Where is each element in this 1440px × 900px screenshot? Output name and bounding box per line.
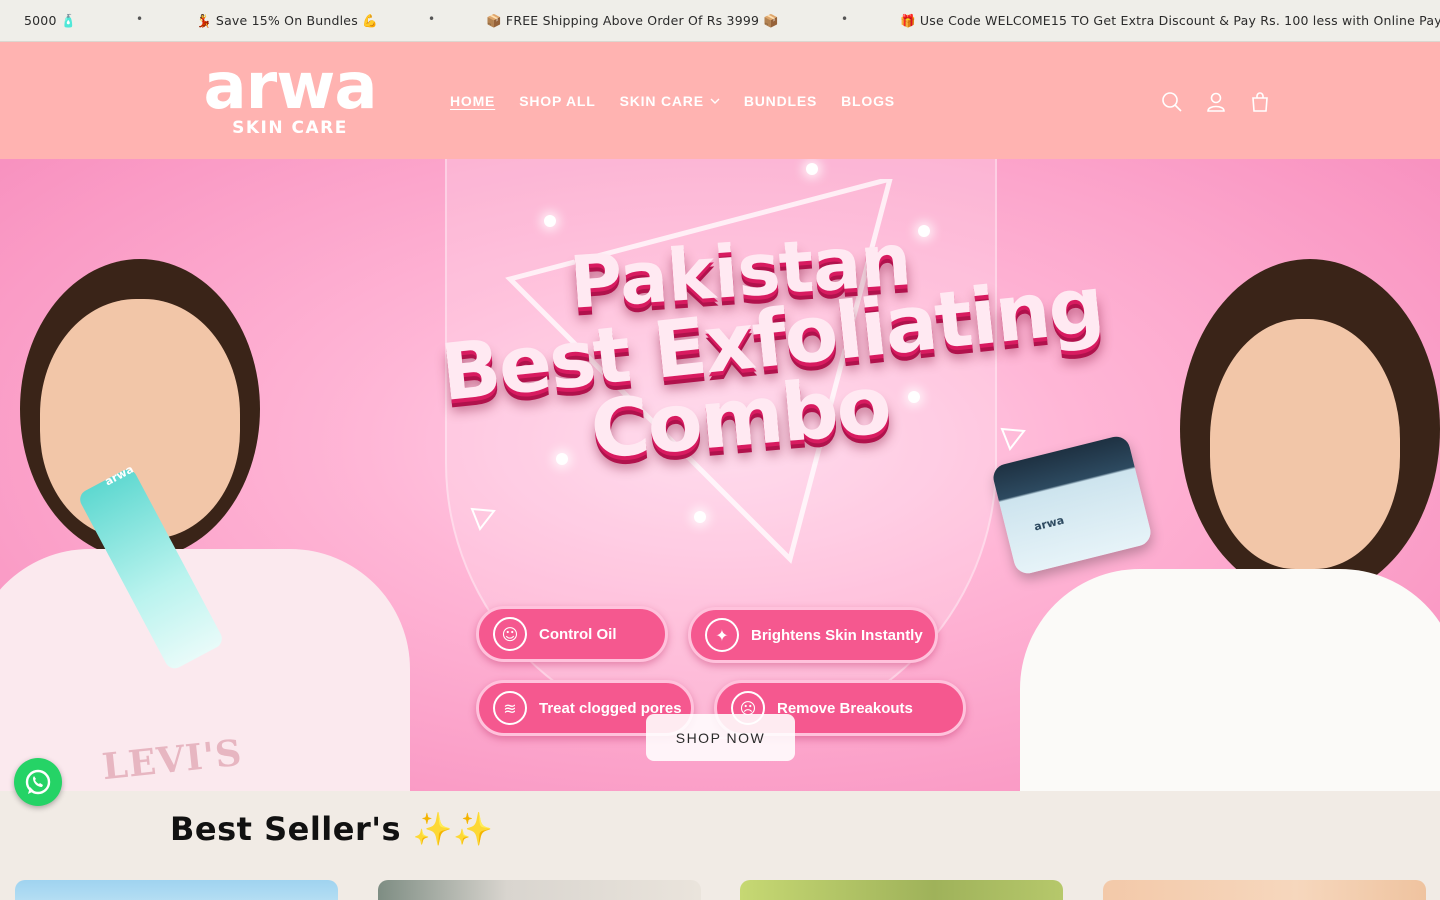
decorative-triangle-small xyxy=(470,507,496,531)
nav-skin-care[interactable]: SKIN CARE xyxy=(620,93,720,109)
chevron-down-icon xyxy=(710,98,720,104)
nav-home[interactable]: HOME xyxy=(450,93,495,109)
section-title: Best Seller's ✨✨ xyxy=(170,810,494,848)
product-card[interactable] xyxy=(15,880,338,900)
model-left: arwa xyxy=(0,249,440,791)
announcement-separator: • xyxy=(136,12,144,26)
cart-button[interactable] xyxy=(1246,88,1274,116)
sparkle xyxy=(544,215,556,227)
announcement-bar: 5000 🧴 • 💃 Save 15% On Bundles 💪 • 📦 FRE… xyxy=(0,0,1440,42)
account-icon xyxy=(1207,92,1225,112)
product-card[interactable] xyxy=(740,880,1063,900)
sparkle xyxy=(694,511,706,523)
benefit-label: Brightens Skin Instantly xyxy=(751,626,923,644)
announcement-item: 💃 Save 15% On Bundles 💪 xyxy=(196,13,378,28)
shop-now-button[interactable]: SHOP NOW xyxy=(646,714,795,761)
sparkle-cells-icon: ✦ xyxy=(705,618,739,652)
brand-logo[interactable]: arwa SKIN CARE xyxy=(178,50,402,146)
announcement-item: 🎁 Use Code WELCOME15 TO Get Extra Discou… xyxy=(900,13,1440,28)
sparkle xyxy=(806,163,818,175)
cart-icon xyxy=(1252,92,1268,112)
nav-shop-all-label: SHOP ALL xyxy=(519,93,596,109)
announcement-separator: • xyxy=(428,12,436,26)
model-right-face xyxy=(1210,319,1400,569)
nav-skin-care-label: SKIN CARE xyxy=(619,93,704,109)
nav-blogs[interactable]: BLOGS xyxy=(841,93,895,109)
whatsapp-icon xyxy=(25,769,51,795)
announcement-item: 5000 🧴 xyxy=(24,13,77,28)
nav-home-label: HOME xyxy=(450,93,496,109)
product-card[interactable] xyxy=(1103,880,1426,900)
product-jar-label: arwa xyxy=(1032,513,1066,534)
model-right-shirt xyxy=(1020,569,1440,791)
site-header: arwa SKIN CARE HOME SHOP ALL SKIN CARE B… xyxy=(0,42,1440,159)
benefit-pill: ☺ Control Oil xyxy=(476,606,668,662)
announcement-item: 📦 FREE Shipping Above Order Of Rs 3999 📦 xyxy=(486,13,780,28)
product-card[interactable] xyxy=(378,880,701,900)
nav-shop-all[interactable]: SHOP ALL xyxy=(519,93,595,109)
nav-bundles[interactable]: BUNDLES xyxy=(744,93,817,109)
hero-banner[interactable]: Pakistan Best Exfoliating Combo arwa LEV… xyxy=(0,159,1440,791)
benefit-label: Remove Breakouts xyxy=(777,699,913,717)
announcement-separator: • xyxy=(841,12,849,26)
pores-icon: ≋ xyxy=(493,691,527,725)
account-button[interactable] xyxy=(1202,88,1230,116)
logo-subtitle: SKIN CARE xyxy=(232,118,348,138)
nav-blogs-label: BLOGS xyxy=(841,93,895,109)
logo-wordmark: arwa xyxy=(203,50,377,124)
benefit-pill: ✦ Brightens Skin Instantly xyxy=(688,607,938,663)
hero-headline: Pakistan Best Exfoliating Combo xyxy=(437,217,1107,477)
main-nav: HOME SHOP ALL SKIN CARE BUNDLES BLOGS xyxy=(450,90,919,112)
nav-bundles-label: BUNDLES xyxy=(743,93,818,109)
search-icon xyxy=(1162,92,1182,112)
search-button[interactable] xyxy=(1158,88,1186,116)
whatsapp-button[interactable] xyxy=(14,758,62,806)
face-oil-icon: ☺ xyxy=(493,617,527,651)
header-icons xyxy=(1158,88,1290,116)
benefit-label: Control Oil xyxy=(539,625,617,643)
